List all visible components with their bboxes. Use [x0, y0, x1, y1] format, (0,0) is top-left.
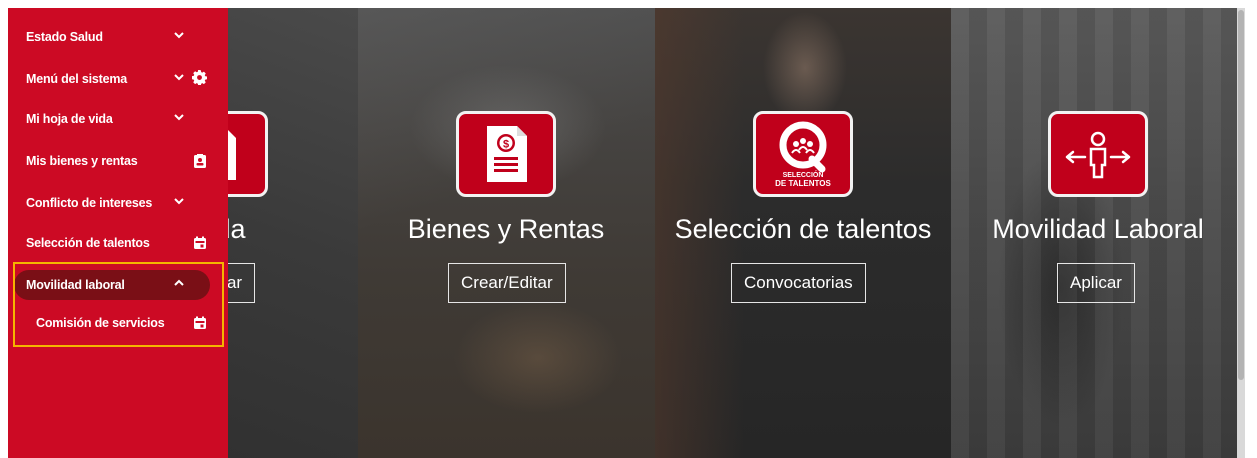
- sidebar-item-label: Mis bienes y rentas: [26, 154, 138, 168]
- calendar-icon[interactable]: [193, 236, 207, 250]
- sidebar-item-label: Conflicto de intereses: [26, 196, 153, 210]
- sidebar-item-conflicto-de-intereses[interactable]: Conflicto de intereses: [8, 188, 228, 218]
- chevron-down-icon[interactable]: [172, 28, 186, 42]
- logo-line-2: DE TALENTOS: [775, 179, 831, 188]
- sidebar-item-movilidad-laboral[interactable]: Movilidad laboral: [14, 270, 210, 300]
- sidebar: Estado Salud Menú del sistema Mi hoja de…: [8, 8, 228, 458]
- sidebar-item-label: Mi hoja de vida: [26, 112, 113, 126]
- card-title: Bienes y Rentas: [407, 214, 605, 244]
- person-arrows-icon[interactable]: [1048, 111, 1148, 197]
- aplicar-button[interactable]: Aplicar: [1057, 263, 1135, 303]
- svg-text:$: $: [503, 139, 509, 151]
- sidebar-item-label: Menú del sistema: [26, 72, 127, 86]
- scrollbar[interactable]: [1237, 8, 1245, 458]
- logo-line-1: SELECCIÓN: [783, 170, 824, 179]
- sidebar-item-label: Estado Salud: [26, 30, 103, 44]
- chevron-down-icon[interactable]: [172, 110, 186, 124]
- card-title: Movilidad Laboral: [992, 214, 1204, 244]
- calendar-icon[interactable]: [193, 316, 207, 330]
- gear-icon[interactable]: [192, 70, 207, 85]
- crear-editar-button[interactable]: Crear/Editar: [448, 263, 566, 303]
- scrollbar-thumb[interactable]: [1238, 10, 1244, 380]
- sidebar-item-mis-bienes-y-rentas[interactable]: Mis bienes y rentas: [8, 146, 228, 176]
- seleccion-de-talentos-logo[interactable]: SELECCIÓN DE TALENTOS: [753, 111, 853, 197]
- id-card-icon[interactable]: [193, 154, 207, 168]
- sidebar-item-label: Selección de talentos: [26, 236, 150, 250]
- money-document-icon[interactable]: $: [456, 111, 556, 197]
- sidebar-subitem-comision-de-servicios[interactable]: Comisión de servicios: [8, 308, 228, 338]
- chevron-down-icon[interactable]: [172, 70, 186, 84]
- sidebar-item-mi-hoja-de-vida[interactable]: Mi hoja de vida: [8, 104, 228, 134]
- chevron-up-icon[interactable]: [172, 276, 186, 290]
- convocatorias-button[interactable]: Convocatorias: [731, 263, 866, 303]
- sidebar-subitem-label: Comisión de servicios: [36, 316, 165, 330]
- sidebar-item-estado-salud[interactable]: Estado Salud: [8, 22, 228, 52]
- card-title: Selección de talentos: [674, 214, 932, 244]
- sidebar-item-menu-del-sistema[interactable]: Menú del sistema: [8, 64, 228, 94]
- sidebar-item-label: Movilidad laboral: [26, 278, 125, 292]
- chevron-down-icon[interactable]: [172, 194, 186, 208]
- sidebar-item-seleccion-de-talentos[interactable]: Selección de talentos: [8, 228, 228, 258]
